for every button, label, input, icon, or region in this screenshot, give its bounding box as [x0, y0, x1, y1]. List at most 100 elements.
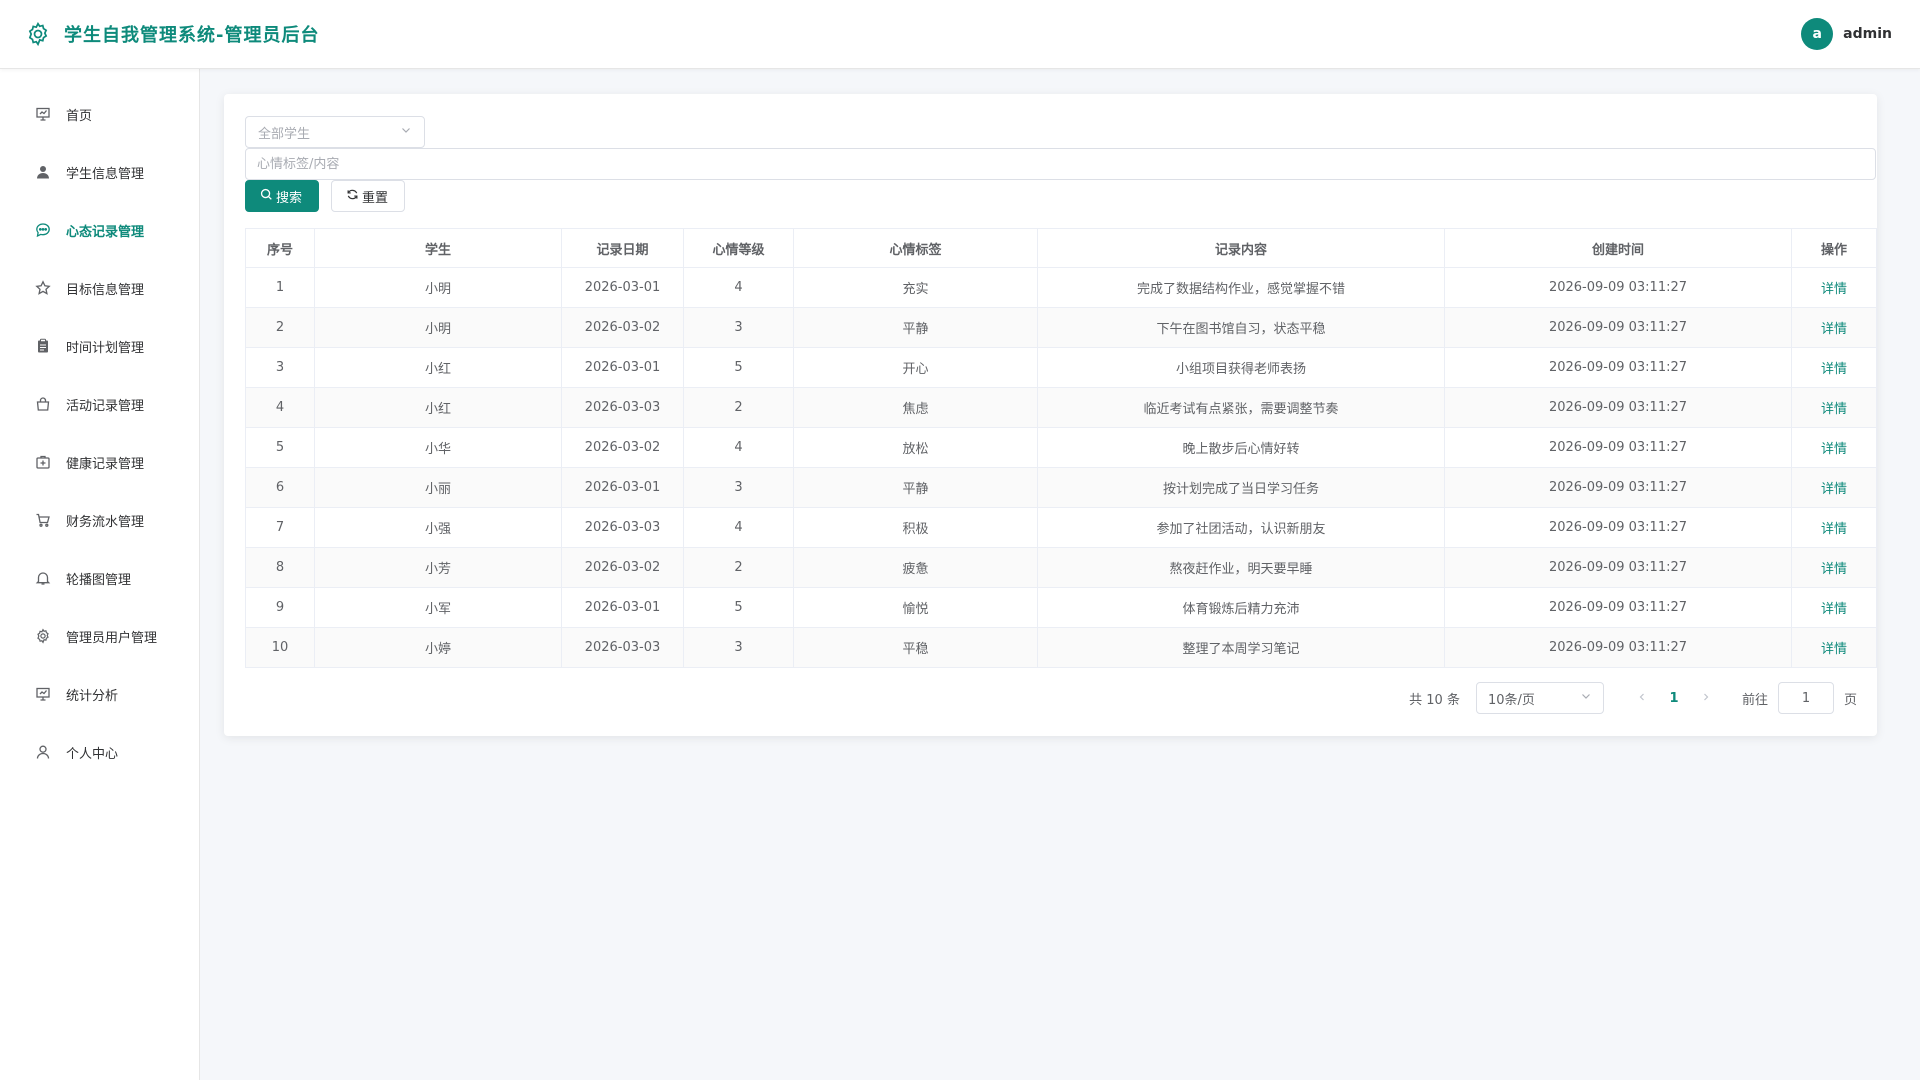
- sidebar-item-students[interactable]: 学生信息管理: [0, 143, 199, 201]
- sidebar-item-health[interactable]: 健康记录管理: [0, 433, 199, 491]
- detail-link[interactable]: 详情: [1821, 282, 1847, 297]
- table-row: 6 小丽 2026-03-01 3 平静 按计划完成了当日学习任务 2026-0…: [245, 467, 1877, 508]
- cell-student: 小明: [314, 307, 562, 348]
- cell-date: 2026-03-03: [561, 387, 684, 428]
- presentation-icon: [34, 685, 52, 703]
- chat-dot-icon: [34, 221, 52, 239]
- sidebar-item-statistics[interactable]: 统计分析: [0, 665, 199, 723]
- table-row: 1 小明 2026-03-01 4 充实 完成了数据结构作业，感觉掌握不错 20…: [245, 267, 1877, 308]
- detail-link[interactable]: 详情: [1821, 442, 1847, 457]
- cell-action: 详情: [1791, 627, 1877, 668]
- detail-link[interactable]: 详情: [1821, 362, 1847, 377]
- sidebar-item-carousel[interactable]: 轮播图管理: [0, 549, 199, 607]
- cart-icon: [34, 511, 52, 529]
- cell-action: 详情: [1791, 307, 1877, 348]
- column-header: 心情等级: [683, 228, 794, 268]
- page-size-select[interactable]: 10条/页: [1475, 682, 1604, 714]
- detail-link[interactable]: 详情: [1821, 602, 1847, 617]
- goto-page-input[interactable]: [1777, 682, 1834, 714]
- mood-records-card: 全部学生 搜索 重置 序号 学生 记录日期: [224, 94, 1877, 736]
- student-select[interactable]: 全部学生: [245, 116, 425, 148]
- user-filled-icon: [34, 163, 52, 181]
- cell-content: 临近考试有点紧张，需要调整节奏: [1037, 387, 1445, 428]
- cell-action: 详情: [1791, 467, 1877, 508]
- top-header: 学生自我管理系统-管理员后台 a admin: [0, 0, 1920, 69]
- sidebar-item-home[interactable]: 首页: [0, 85, 199, 143]
- table-row: 10 小婷 2026-03-03 3 平稳 整理了本周学习笔记 2026-09-…: [245, 627, 1877, 668]
- cell-student: 小婷: [314, 627, 562, 668]
- refresh-icon: [346, 188, 359, 205]
- star-icon: [34, 279, 52, 297]
- sidebar-item-mood-records[interactable]: 心态记录管理: [0, 201, 199, 259]
- search-button-label: 搜索: [276, 190, 303, 206]
- cell-no: 6: [245, 467, 315, 508]
- cell-student: 小明: [314, 267, 562, 308]
- cell-date: 2026-03-01: [561, 347, 684, 388]
- detail-link[interactable]: 详情: [1821, 562, 1847, 577]
- sidebar-item-label: 学生信息管理: [66, 166, 145, 182]
- user-menu[interactable]: a admin: [1801, 18, 1892, 50]
- table-body: 1 小明 2026-03-01 4 充实 完成了数据结构作业，感觉掌握不错 20…: [245, 267, 1877, 668]
- sidebar-item-label: 管理员用户管理: [66, 630, 158, 646]
- bell-icon: [34, 569, 52, 587]
- sidebar-item-finance[interactable]: 财务流水管理: [0, 491, 199, 549]
- detail-link[interactable]: 详情: [1821, 402, 1847, 417]
- gear-icon: [34, 627, 52, 645]
- cell-student: 小红: [314, 387, 562, 428]
- bag-icon: [34, 395, 52, 413]
- sidebar-item-label: 统计分析: [66, 688, 119, 704]
- cell-action: 详情: [1791, 427, 1877, 468]
- sidebar-item-activities[interactable]: 活动记录管理: [0, 375, 199, 433]
- cell-student: 小军: [314, 587, 562, 628]
- cell-created: 2026-09-09 03:11:27: [1444, 307, 1792, 348]
- cell-date: 2026-03-03: [561, 627, 684, 668]
- prev-page-button[interactable]: [1626, 691, 1658, 706]
- cell-created: 2026-09-09 03:11:27: [1444, 267, 1792, 308]
- avatar[interactable]: a: [1801, 18, 1834, 50]
- reset-button[interactable]: 重置: [331, 180, 405, 212]
- table-row: 9 小军 2026-03-01 5 愉悦 体育锻炼后精力充沛 2026-09-0…: [245, 587, 1877, 628]
- sidebar-item-goals[interactable]: 目标信息管理: [0, 259, 199, 317]
- table-row: 7 小强 2026-03-03 4 积极 参加了社团活动，认识新朋友 2026-…: [245, 507, 1877, 548]
- page-number-current[interactable]: 1: [1658, 691, 1690, 706]
- cell-date: 2026-03-02: [561, 547, 684, 588]
- detail-link[interactable]: 详情: [1821, 642, 1847, 657]
- detail-link[interactable]: 详情: [1821, 482, 1847, 497]
- search-icon: [260, 188, 273, 205]
- detail-link[interactable]: 详情: [1821, 322, 1847, 337]
- cell-no: 3: [245, 347, 315, 388]
- sidebar-item-label: 目标信息管理: [66, 282, 145, 298]
- cell-tag: 平稳: [793, 627, 1038, 668]
- student-select-placeholder: 全部学生: [258, 126, 311, 142]
- cell-action: 详情: [1791, 387, 1877, 428]
- cell-no: 9: [245, 587, 315, 628]
- cell-content: 晚上散步后心情好转: [1037, 427, 1445, 468]
- sidebar-item-profile[interactable]: 个人中心: [0, 723, 199, 781]
- keyword-search-input[interactable]: [245, 148, 1876, 180]
- column-header: 操作: [1791, 228, 1877, 268]
- username[interactable]: admin: [1843, 26, 1892, 42]
- page-suffix: 页: [1843, 692, 1857, 708]
- sidebar-item-admin-users[interactable]: 管理员用户管理: [0, 607, 199, 665]
- sidebar-item-label: 时间计划管理: [66, 340, 145, 356]
- search-button[interactable]: 搜索: [245, 180, 319, 212]
- cell-level: 5: [683, 587, 794, 628]
- cell-action: 详情: [1791, 267, 1877, 308]
- cell-tag: 积极: [793, 507, 1038, 548]
- next-page-button[interactable]: [1690, 691, 1722, 706]
- sidebar-item-label: 活动记录管理: [66, 398, 145, 414]
- column-header: 记录内容: [1037, 228, 1445, 268]
- cell-created: 2026-09-09 03:11:27: [1444, 347, 1792, 388]
- sidebar-item-time-plans[interactable]: 时间计划管理: [0, 317, 199, 375]
- sidebar-item-label: 轮播图管理: [66, 572, 132, 588]
- cell-created: 2026-09-09 03:11:27: [1444, 587, 1792, 628]
- brand: 学生自我管理系统-管理员后台: [24, 20, 319, 48]
- filter-buttons: 搜索 重置: [245, 180, 1857, 212]
- sidebar-item-label: 首页: [66, 108, 93, 124]
- cell-no: 8: [245, 547, 315, 588]
- cell-date: 2026-03-01: [561, 467, 684, 508]
- detail-link[interactable]: 详情: [1821, 522, 1847, 537]
- sidebar-item-label: 心态记录管理: [66, 224, 145, 240]
- cell-action: 详情: [1791, 547, 1877, 588]
- cell-no: 1: [245, 267, 315, 308]
